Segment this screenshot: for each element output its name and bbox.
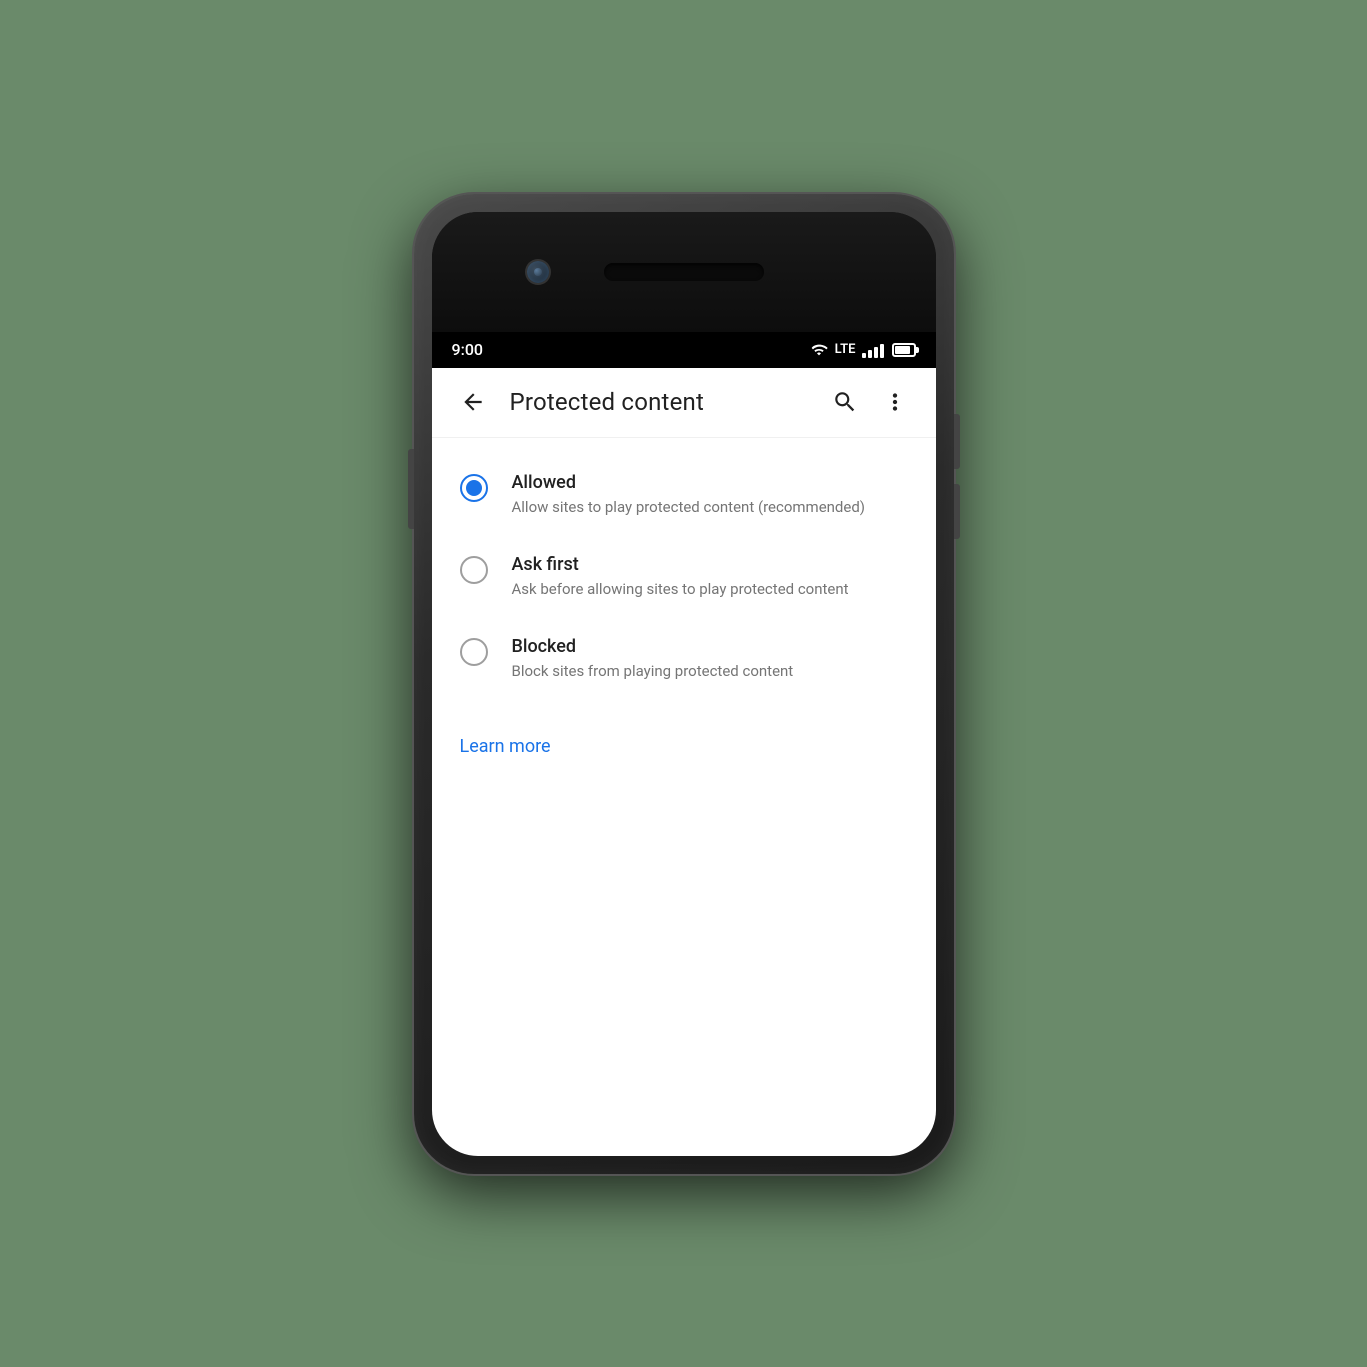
action-icons <box>824 381 916 423</box>
option-allowed-text: Allowed Allow sites to play protected co… <box>512 472 908 518</box>
phone-device: 9:00 LTE <box>414 194 954 1174</box>
search-button[interactable] <box>824 381 866 423</box>
battery-fill <box>895 346 910 354</box>
more-options-button[interactable] <box>874 381 916 423</box>
search-icon <box>832 389 858 415</box>
signal-bar-3 <box>874 347 878 358</box>
option-ask-first[interactable]: Ask first Ask before allowing sites to p… <box>432 536 936 618</box>
power-button[interactable] <box>408 449 414 529</box>
app-bar: Protected content <box>432 368 936 438</box>
screen-content: Protected content <box>432 368 936 1156</box>
back-button[interactable] <box>452 381 494 423</box>
front-camera <box>527 261 549 283</box>
option-ask-first-desc: Ask before allowing sites to play protec… <box>512 579 908 600</box>
wifi-icon <box>809 342 829 358</box>
signal-bar-2 <box>868 350 872 358</box>
status-bar: 9:00 LTE <box>432 332 936 368</box>
option-allowed[interactable]: Allowed Allow sites to play protected co… <box>432 454 936 536</box>
radio-allowed[interactable] <box>460 474 488 502</box>
option-blocked[interactable]: Blocked Block sites from playing protect… <box>432 618 936 700</box>
volume-up-button[interactable] <box>954 414 960 469</box>
option-allowed-desc: Allow sites to play protected content (r… <box>512 497 908 518</box>
option-ask-first-title: Ask first <box>512 554 908 575</box>
option-blocked-text: Blocked Block sites from playing protect… <box>512 636 908 682</box>
phone-screen: 9:00 LTE <box>432 212 936 1156</box>
more-options-icon <box>882 389 908 415</box>
page-title: Protected content <box>510 388 808 416</box>
status-time: 9:00 <box>452 340 484 359</box>
signal-bar-1 <box>862 353 866 358</box>
option-ask-first-text: Ask first Ask before allowing sites to p… <box>512 554 908 600</box>
signal-icon <box>862 342 884 358</box>
top-bezel <box>432 212 936 332</box>
lte-label: LTE <box>835 342 856 357</box>
speaker <box>604 263 764 281</box>
volume-down-button[interactable] <box>954 484 960 539</box>
radio-blocked[interactable] <box>460 638 488 666</box>
option-blocked-title: Blocked <box>512 636 908 657</box>
option-blocked-desc: Block sites from playing protected conte… <box>512 661 908 682</box>
options-list: Allowed Allow sites to play protected co… <box>432 438 936 716</box>
battery-icon <box>892 343 916 357</box>
learn-more-link[interactable]: Learn more <box>432 716 579 777</box>
option-allowed-title: Allowed <box>512 472 908 493</box>
signal-bar-4 <box>880 344 884 358</box>
back-icon <box>460 389 486 415</box>
radio-ask-first[interactable] <box>460 556 488 584</box>
status-icons: LTE <box>809 342 916 358</box>
